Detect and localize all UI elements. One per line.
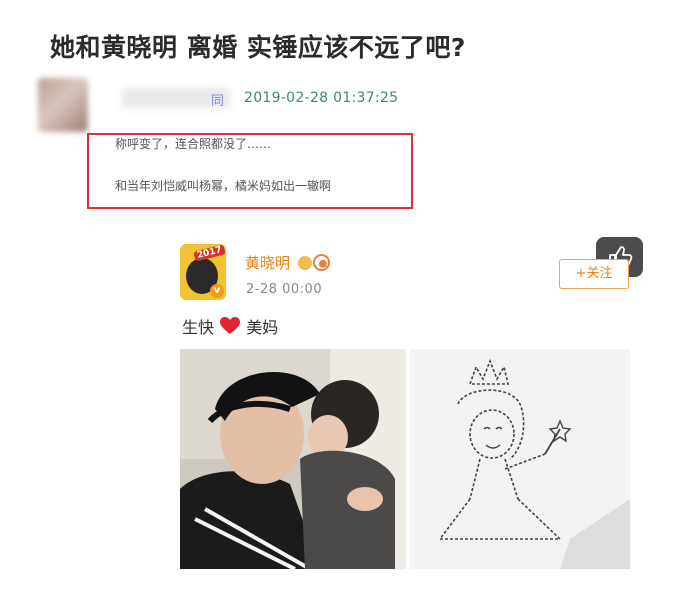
fan-badge-icon — [313, 254, 330, 271]
post-text-part-1: 生快 — [182, 318, 215, 337]
avatar-year-badge: 2017 — [193, 244, 226, 262]
commenter-name-tail[interactable]: 同 — [211, 90, 224, 109]
comment-timestamp: 2019-02-28 01:37:25 — [244, 90, 399, 106]
comment-header: 同 2019-02-28 01:37:25 — [36, 78, 436, 138]
article-title: 她和黄晓明 离婚 实锤应该不远了吧? — [50, 33, 466, 62]
member-badge-icon — [298, 256, 312, 270]
comment-line-2: 和当年刘恺威叫杨幂，橘米妈如出一辙啊 — [115, 179, 332, 193]
post-text-part-2: 美妈 — [246, 318, 279, 337]
highlighted-comment-box: 称呼变了，连合照都没了…… 和当年刘恺威叫杨幂，橘米妈如出一辙啊 — [87, 133, 413, 209]
weibo-post-card: 2017 v 黄晓明 2-28 00:00 +关注 生快 美妈 — [162, 234, 652, 589]
author-avatar[interactable]: 2017 v — [180, 244, 226, 300]
post-photo-selfie[interactable] — [180, 349, 406, 569]
commenter-avatar[interactable] — [38, 78, 88, 132]
follow-button[interactable]: +关注 — [559, 259, 629, 289]
post-text: 生快 美妈 — [182, 314, 278, 338]
post-time[interactable]: 2-28 00:00 — [246, 282, 322, 297]
heart-icon — [220, 317, 241, 334]
post-photo-drawing[interactable] — [410, 349, 630, 569]
comment-line-1: 称呼变了，连合照都没了…… — [115, 137, 272, 151]
author-name[interactable]: 黄晓明 — [245, 252, 290, 273]
verified-icon: v — [210, 284, 224, 298]
